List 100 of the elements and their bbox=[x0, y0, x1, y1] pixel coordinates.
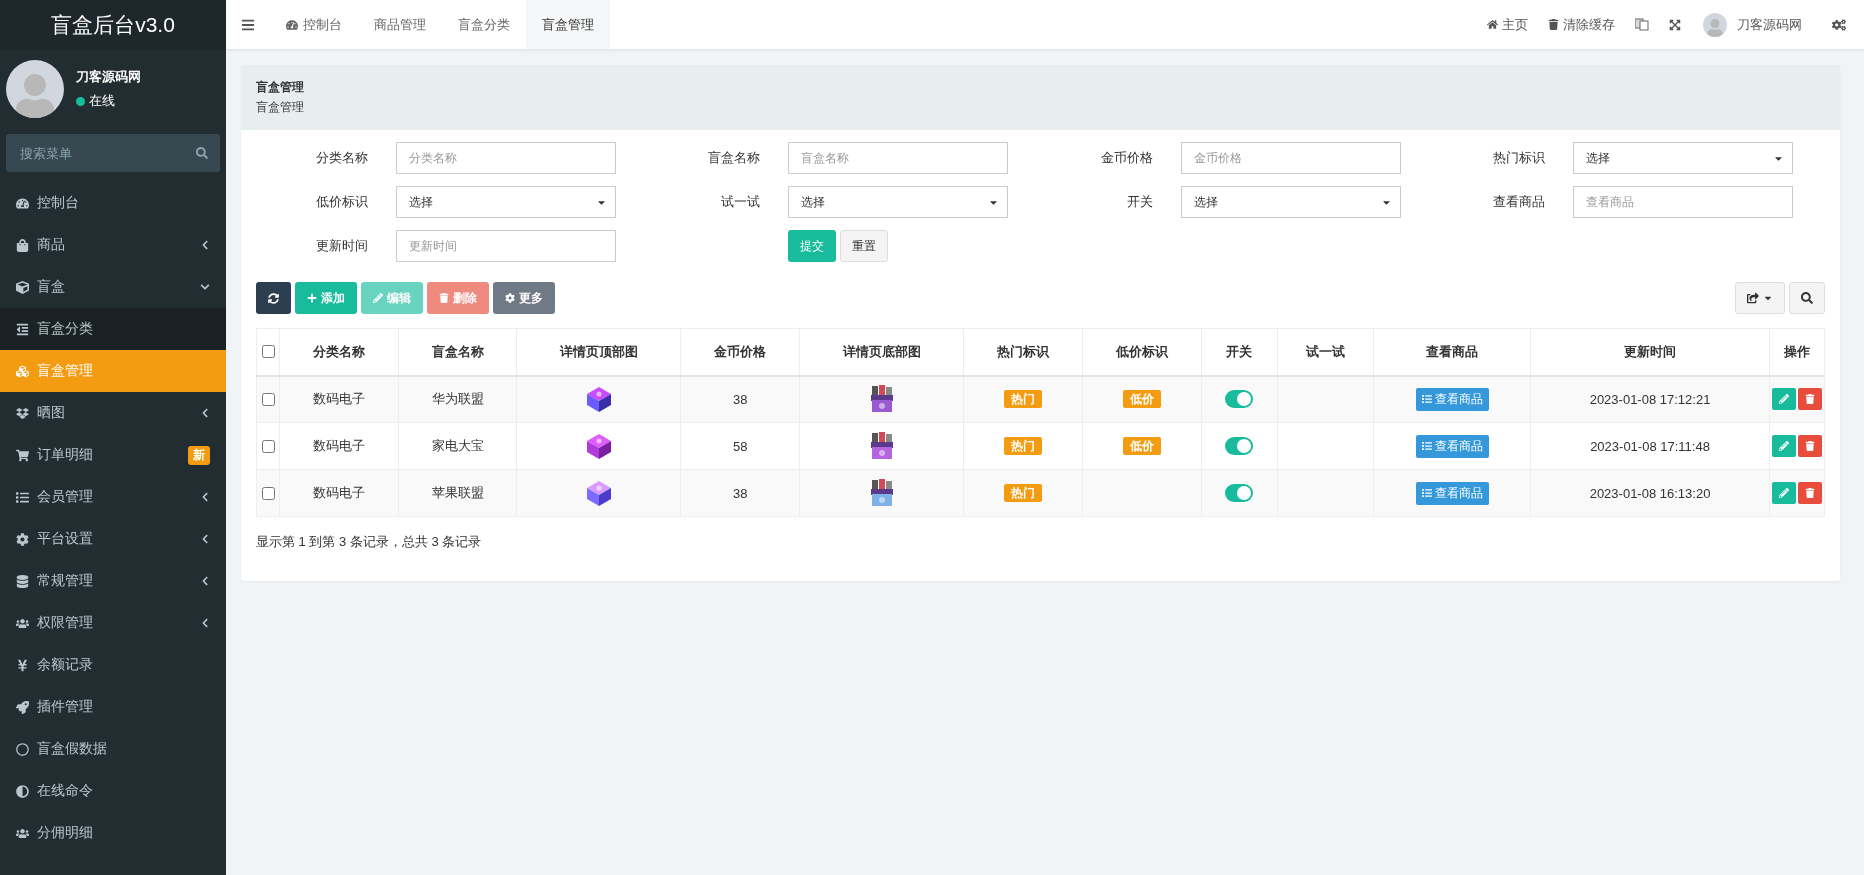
rocket-icon bbox=[16, 700, 29, 714]
nav-tab[interactable]: 盲盒分类 bbox=[442, 0, 526, 49]
trash-icon bbox=[1804, 441, 1815, 451]
export-icon bbox=[1747, 292, 1759, 304]
menu-label: 平台设置 bbox=[37, 530, 94, 548]
search-button[interactable] bbox=[1789, 282, 1825, 314]
filter-label: 低价标识 bbox=[315, 193, 369, 211]
menu-item[interactable]: 余额记录 bbox=[0, 644, 226, 686]
edit-button[interactable] bbox=[1771, 388, 1796, 411]
submenu-item[interactable]: 盲盒分类 bbox=[0, 308, 226, 350]
cubes-icon bbox=[16, 364, 29, 378]
users-icon bbox=[16, 616, 29, 630]
hot-label: 热门 bbox=[1003, 436, 1042, 455]
menu-item[interactable]: 盲盒 bbox=[0, 266, 226, 308]
menu-label: 会员管理 bbox=[37, 488, 94, 506]
column-header: 操作 bbox=[1769, 328, 1825, 376]
menu-icon[interactable] bbox=[241, 17, 255, 32]
search-icon bbox=[1801, 292, 1813, 304]
input-field[interactable]: 盲盒名称 bbox=[788, 142, 1009, 174]
toggle-switch[interactable] bbox=[1225, 390, 1254, 409]
user-name: 刀客源码网 bbox=[76, 68, 141, 86]
menu-label: 晒图 bbox=[37, 404, 66, 422]
refresh-button[interactable] bbox=[256, 282, 291, 314]
search-icon bbox=[196, 147, 208, 159]
select-field[interactable]: 选择 bbox=[788, 186, 1009, 218]
cube-icon bbox=[16, 280, 29, 294]
reset-button[interactable]: 重置 bbox=[840, 230, 889, 262]
search-field[interactable]: 搜索菜单 bbox=[6, 134, 220, 172]
edit-button[interactable] bbox=[1771, 435, 1796, 457]
hot-label: 热门 bbox=[1003, 389, 1042, 408]
select-field[interactable]: 选择 bbox=[396, 186, 616, 218]
delete-button[interactable] bbox=[1797, 482, 1822, 504]
delete-button[interactable] bbox=[1797, 388, 1822, 411]
menu-item[interactable]: 常规管理 bbox=[0, 560, 226, 602]
table-cell: 38 bbox=[680, 469, 800, 517]
menu-item[interactable]: 商品 bbox=[0, 224, 226, 266]
select-field[interactable]: 选择 bbox=[1572, 142, 1793, 174]
input-field[interactable]: 更新时间 bbox=[396, 230, 616, 262]
users-icon bbox=[16, 826, 29, 840]
menu-label: 订单明细 bbox=[37, 446, 94, 464]
table-cell: 2023-01-08 17:11:48 bbox=[1530, 422, 1770, 470]
menu-item[interactable]: 会员管理 bbox=[0, 476, 226, 518]
top-link[interactable]: 清除缓存 bbox=[1538, 0, 1625, 49]
menu-label: 在线命令 bbox=[37, 782, 94, 800]
select-all-checkbox[interactable] bbox=[262, 345, 275, 359]
top-link[interactable]: 主页 bbox=[1477, 0, 1538, 49]
delete-button[interactable] bbox=[1797, 435, 1822, 457]
column-header: 金币价格 bbox=[680, 328, 800, 376]
dashboard-icon bbox=[16, 196, 29, 210]
nav-tab[interactable]: 盲盒管理 bbox=[526, 0, 610, 49]
column-header: 试一试 bbox=[1277, 328, 1374, 376]
input-field[interactable]: 分类名称 bbox=[396, 142, 616, 174]
search-input[interactable]: 搜索菜单 bbox=[18, 144, 196, 162]
toggle-switch[interactable] bbox=[1225, 484, 1254, 502]
export-button[interactable] bbox=[1735, 282, 1785, 314]
database-icon bbox=[16, 574, 29, 588]
row-checkbox[interactable] bbox=[262, 439, 275, 453]
panel-title: 盲盒管理 bbox=[256, 79, 305, 96]
status-dot bbox=[76, 96, 85, 106]
nav-tab[interactable]: 商品管理 bbox=[358, 0, 442, 49]
column-header: 详情页顶部图 bbox=[516, 328, 681, 376]
input-field[interactable]: 查看商品 bbox=[1572, 186, 1793, 218]
menu-item[interactable]: 平台设置 bbox=[0, 518, 226, 560]
table-cell: 苹果联盟 bbox=[398, 469, 517, 517]
menu-label: 盲盒假数据 bbox=[37, 740, 108, 758]
menu-label: 盲盒 bbox=[37, 278, 66, 296]
edit-button[interactable] bbox=[1771, 482, 1796, 504]
user-name[interactable]: 刀客源码网 bbox=[1737, 15, 1802, 34]
yen-icon bbox=[16, 658, 29, 672]
table-cell: 2023-01-08 16:13:20 bbox=[1530, 469, 1770, 517]
filter-label: 金币价格 bbox=[1099, 149, 1154, 167]
column-header: 盲盒名称 bbox=[398, 328, 517, 376]
pencil-icon bbox=[1778, 488, 1789, 498]
input-field[interactable]: 金币价格 bbox=[1180, 142, 1401, 174]
select-field[interactable]: 选择 bbox=[1180, 186, 1401, 218]
menu-item[interactable]: 在线命令 bbox=[0, 770, 226, 812]
row-checkbox[interactable] bbox=[262, 486, 275, 500]
nav-tab[interactable]: 控制台 bbox=[270, 0, 358, 49]
menu-item[interactable]: 权限管理 bbox=[0, 602, 226, 644]
row-checkbox[interactable] bbox=[262, 392, 275, 406]
menu-item[interactable]: 晒图 bbox=[0, 392, 226, 434]
menu-item[interactable]: 插件管理 bbox=[0, 686, 226, 728]
menu-item[interactable]: 订单明细 新 bbox=[0, 434, 226, 476]
menu-item[interactable]: 控制台 bbox=[0, 182, 226, 224]
home-icon bbox=[1487, 19, 1498, 30]
list-icon bbox=[1421, 441, 1432, 451]
trash-icon bbox=[439, 293, 449, 303]
menu-label: 商品 bbox=[37, 236, 66, 254]
refresh-icon bbox=[268, 292, 279, 304]
menu-item[interactable]: 分佣明细 bbox=[0, 812, 226, 854]
toggle-switch[interactable] bbox=[1225, 437, 1254, 455]
menu-label: 权限管理 bbox=[37, 614, 94, 632]
more-button[interactable]: 更多 bbox=[493, 282, 555, 314]
fullscreen-icon[interactable] bbox=[1669, 18, 1681, 31]
settings-icon[interactable] bbox=[1832, 17, 1846, 32]
trash-icon bbox=[1804, 488, 1815, 498]
cart-icon bbox=[16, 448, 29, 462]
menu-item[interactable]: 盲盒假数据 bbox=[0, 728, 226, 770]
trash-icon bbox=[1548, 19, 1559, 30]
column-header: 低价标识 bbox=[1082, 328, 1202, 376]
